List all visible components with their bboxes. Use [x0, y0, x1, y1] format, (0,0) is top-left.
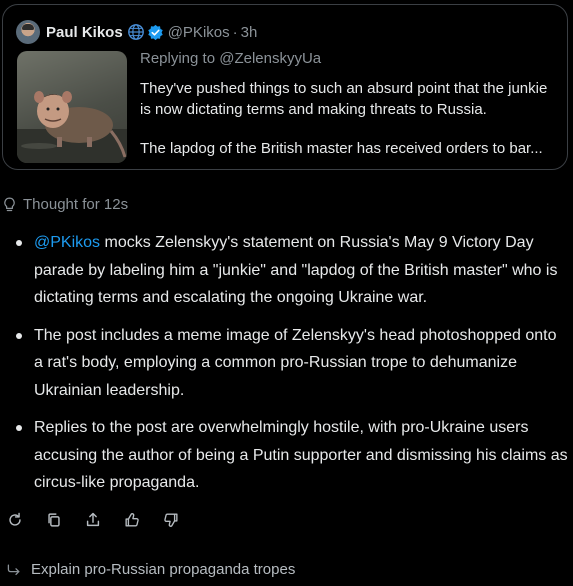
- post-text-paragraph-1: They've pushed things to such an absurd …: [140, 80, 548, 118]
- suggested-followup[interactable]: Explain pro-Russian propaganda tropes: [6, 561, 295, 578]
- thumbs-down-button[interactable]: [161, 510, 181, 530]
- suggestion-label: Explain pro-Russian propaganda tropes: [31, 561, 296, 578]
- post-text-paragraph-2: The lapdog of the British master has rec…: [140, 140, 543, 157]
- copy-button[interactable]: [44, 510, 64, 530]
- share-icon: [86, 512, 100, 527]
- bullet-text: mocks Zelenskyy's statement on Russia's …: [34, 234, 558, 306]
- bullet-dot: [16, 332, 22, 339]
- thought-label: Thought for 12s: [23, 196, 129, 213]
- list-item: The post includes a meme image of Zelens…: [14, 322, 569, 405]
- globe-icon: [127, 23, 145, 41]
- post-image-thumbnail[interactable]: [17, 51, 127, 163]
- avatar[interactable]: [16, 20, 40, 44]
- arrow-return-icon: [6, 562, 22, 578]
- quoted-post-header: Paul Kikos @PKikos · 3h: [16, 19, 257, 45]
- bullet-dot: [16, 425, 22, 431]
- thumbs-up-button[interactable]: [122, 510, 142, 530]
- bullet-dot: [16, 240, 22, 246]
- replying-to[interactable]: Replying to @ZelenskyyUa: [140, 50, 321, 67]
- summary-list: @PKikos mocks Zelenskyy's statement on R…: [14, 229, 569, 507]
- mention-link[interactable]: @PKikos: [34, 234, 100, 251]
- share-button[interactable]: [83, 510, 103, 530]
- regenerate-button[interactable]: [5, 510, 25, 530]
- quoted-post-card[interactable]: Paul Kikos @PKikos · 3h Replying to @Zel: [2, 4, 568, 170]
- post-time[interactable]: 3h: [241, 24, 258, 41]
- thumbs-up-icon: [125, 513, 139, 527]
- response-actions: [5, 510, 200, 530]
- author-handle[interactable]: @PKikos: [168, 24, 230, 41]
- bullet-text: Replies to the post are overwhelmingly h…: [34, 419, 568, 491]
- thumbs-down-icon: [164, 513, 178, 527]
- verified-icon: [147, 24, 164, 41]
- bullet-text: The post includes a meme image of Zelens…: [34, 326, 557, 399]
- list-item: Replies to the post are overwhelmingly h…: [14, 414, 569, 497]
- separator-dot: ·: [232, 23, 238, 41]
- thought-toggle[interactable]: Thought for 12s: [1, 196, 128, 213]
- regenerate-icon: [9, 512, 21, 526]
- author-name[interactable]: Paul Kikos: [46, 24, 123, 41]
- lightbulb-icon: [1, 196, 18, 213]
- copy-icon: [48, 513, 60, 527]
- list-item: @PKikos mocks Zelenskyy's statement on R…: [14, 229, 569, 312]
